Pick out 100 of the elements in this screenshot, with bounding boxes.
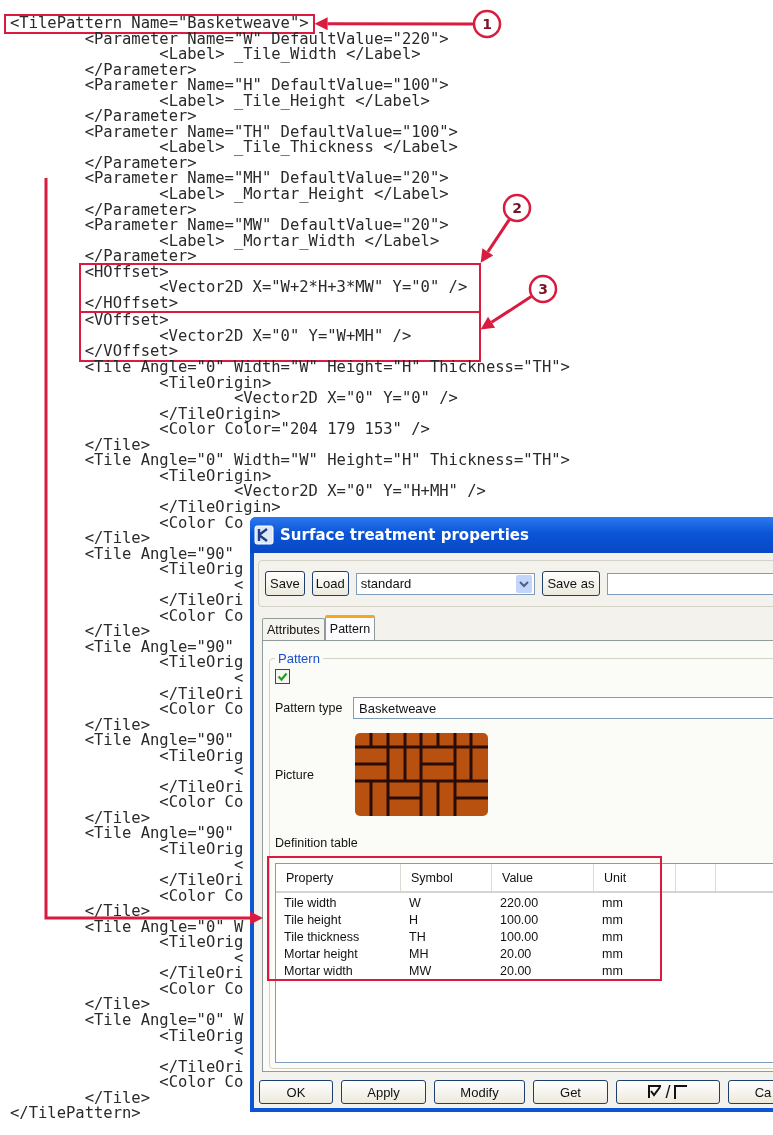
code-line: <Parameter Name="W" DefaultValue="220">: [83, 31, 449, 48]
field-label: Pattern type: [275, 701, 344, 715]
table-cell-text: Mortar width: [283, 963, 354, 980]
table-cell-text: 100.00: [499, 912, 540, 929]
code-line: </Parameter>: [83, 202, 197, 219]
table-cell-text: 220.00: [499, 895, 540, 912]
column-header[interactable]: Value: [492, 864, 594, 891]
column-header[interactable]: Property: [276, 864, 401, 891]
code-line: <Tile Angle="0" Width="W" Height="H" Thickness="TH">: [83, 453, 570, 469]
code-line: <: [233, 1044, 244, 1060]
tab[interactable]: Attributes: [262, 618, 325, 640]
code-line: </TileOrigin>: [158, 499, 281, 516]
code-line: <TileOrigin>: [159, 375, 272, 392]
code-line: <Tile Angle="90": [83, 546, 234, 563]
code-line: <Label> _Tile_Height </Label>: [159, 93, 430, 110]
table-cell-text: mm: [601, 895, 624, 912]
table-cell-text: 20.00: [499, 946, 533, 963]
code-line: <TileOrig: [159, 655, 244, 671]
pattern-type-field[interactable]: Basketweave: [353, 697, 773, 719]
code-line: <Color Co: [158, 981, 244, 998]
save-as-button[interactable]: Save as: [541, 571, 600, 596]
code-line: <Color Co: [158, 702, 244, 718]
code-line: <Tile Angle="0" W: [83, 1013, 244, 1029]
code-line: </Parameter>: [83, 62, 197, 79]
field-label: Picture: [275, 767, 315, 782]
code-line: </Tile>: [84, 1090, 150, 1107]
code-line: </Tile>: [83, 717, 150, 734]
table-cell-text: TH: [408, 929, 427, 946]
app-icon: [254, 525, 274, 545]
code-line: <Label> _Mortar_Height </Label>: [158, 187, 449, 203]
table-cell-text: Tile width: [283, 895, 338, 912]
code-line: <TileOrig: [159, 842, 244, 858]
code-line: </Tile>: [83, 904, 150, 920]
code-line: </TilePattern>: [10, 1106, 141, 1122]
code-line: <Tile Angle="90": [83, 639, 234, 656]
group-title: Pattern: [277, 651, 321, 666]
code-line: <Parameter Name="MH" DefaultValue="20">: [83, 171, 449, 187]
column-header[interactable]: Unit: [594, 864, 676, 891]
code-line: <: [233, 764, 244, 780]
code-line: <Vector2D X="0" Y="W+MH" />: [159, 328, 412, 345]
code-line: </TileOri: [158, 686, 244, 703]
code-line: </Tile>: [83, 531, 150, 547]
code-line: <TileOrigin>: [159, 468, 272, 485]
save-button[interactable]: Save: [265, 571, 305, 596]
table-cell-text: 100.00: [499, 929, 540, 946]
code-line: </Tile>: [83, 810, 150, 827]
code-line: <: [233, 577, 244, 594]
tab[interactable]: Pattern: [324, 615, 376, 640]
code-line: <Tile Angle="0" W: [83, 919, 244, 936]
dialog-button[interactable]: Ca: [728, 1080, 773, 1104]
code-line: </TileOri: [158, 873, 244, 889]
code-line: </Parameter>: [83, 109, 197, 125]
window-title: Surface treatment properties: [280, 526, 529, 544]
table-cell-text: MH: [408, 946, 430, 963]
code-line: <TileOrig: [159, 748, 244, 765]
code-line: <Color Co: [158, 795, 244, 811]
code-line: </VOffset>: [83, 344, 178, 361]
code-line: </Tile>: [83, 437, 150, 454]
dialog-button[interactable]: Apply: [341, 1080, 426, 1104]
code-line: <Tile Angle="90": [83, 733, 234, 749]
code-line: <Vector2D X="0" Y="0" />: [233, 391, 458, 407]
pattern-checkbox[interactable]: [275, 669, 290, 684]
preset-dropdown[interactable]: standard: [355, 572, 535, 595]
code-line: </TileOri: [158, 593, 244, 609]
dialog-button[interactable]: OK: [259, 1080, 333, 1104]
code-line: </TileOri: [158, 1059, 244, 1076]
code-line: <: [233, 857, 244, 874]
code-line: </Tile>: [83, 624, 150, 640]
code-line: </TileOrigin>: [158, 406, 281, 423]
code-line: <TileOrig: [159, 935, 244, 951]
dialog-button[interactable]: Modify: [434, 1080, 525, 1104]
code-line: <Vector2D X="0" Y="H+MH" />: [233, 484, 486, 500]
table-cell-text: mm: [601, 929, 624, 946]
callout-arrow: [480, 218, 511, 263]
code-line: <Label> _Mortar_Width </Label>: [159, 233, 440, 250]
field-label: Definition table: [275, 836, 358, 850]
code-line: <Color Co: [158, 608, 244, 625]
table-cell-text: H: [408, 912, 420, 929]
name-field[interactable]: [606, 572, 773, 595]
code-line: <: [233, 950, 244, 967]
load-button[interactable]: Load: [311, 571, 349, 596]
dialog-button[interactable]: Get: [533, 1080, 608, 1104]
code-line: <Parameter Name="TH" DefaultValue="100">: [83, 124, 458, 141]
code-line: </TileOri: [158, 779, 244, 796]
code-line: <Color Color="204 179 153" />: [158, 422, 430, 438]
table-cell-text: mm: [601, 963, 624, 980]
code-line: <Tile Angle="0" Width="W" Height="H" Thickness="TH">: [83, 360, 570, 376]
column-header[interactable]: Symbol: [401, 864, 492, 891]
code-line: </Parameter>: [83, 155, 197, 172]
code-line: <: [233, 670, 244, 687]
code-line: <Parameter Name="H" DefaultValue="100">: [83, 78, 449, 94]
checked-box-icon: [648, 1085, 663, 1099]
table-cell-text: Tile height: [283, 912, 343, 929]
code-line: <HOffset>: [83, 264, 169, 281]
table-cell-text: mm: [601, 912, 624, 929]
code-line: </Parameter>: [83, 249, 197, 265]
code-line: <Vector2D X="W+2*H+3*MW" Y="0" />: [159, 280, 468, 296]
callout-badge: 2: [502, 193, 532, 223]
check-toggle-button[interactable]: /: [616, 1080, 720, 1104]
code-line: </TileOri: [158, 966, 244, 982]
